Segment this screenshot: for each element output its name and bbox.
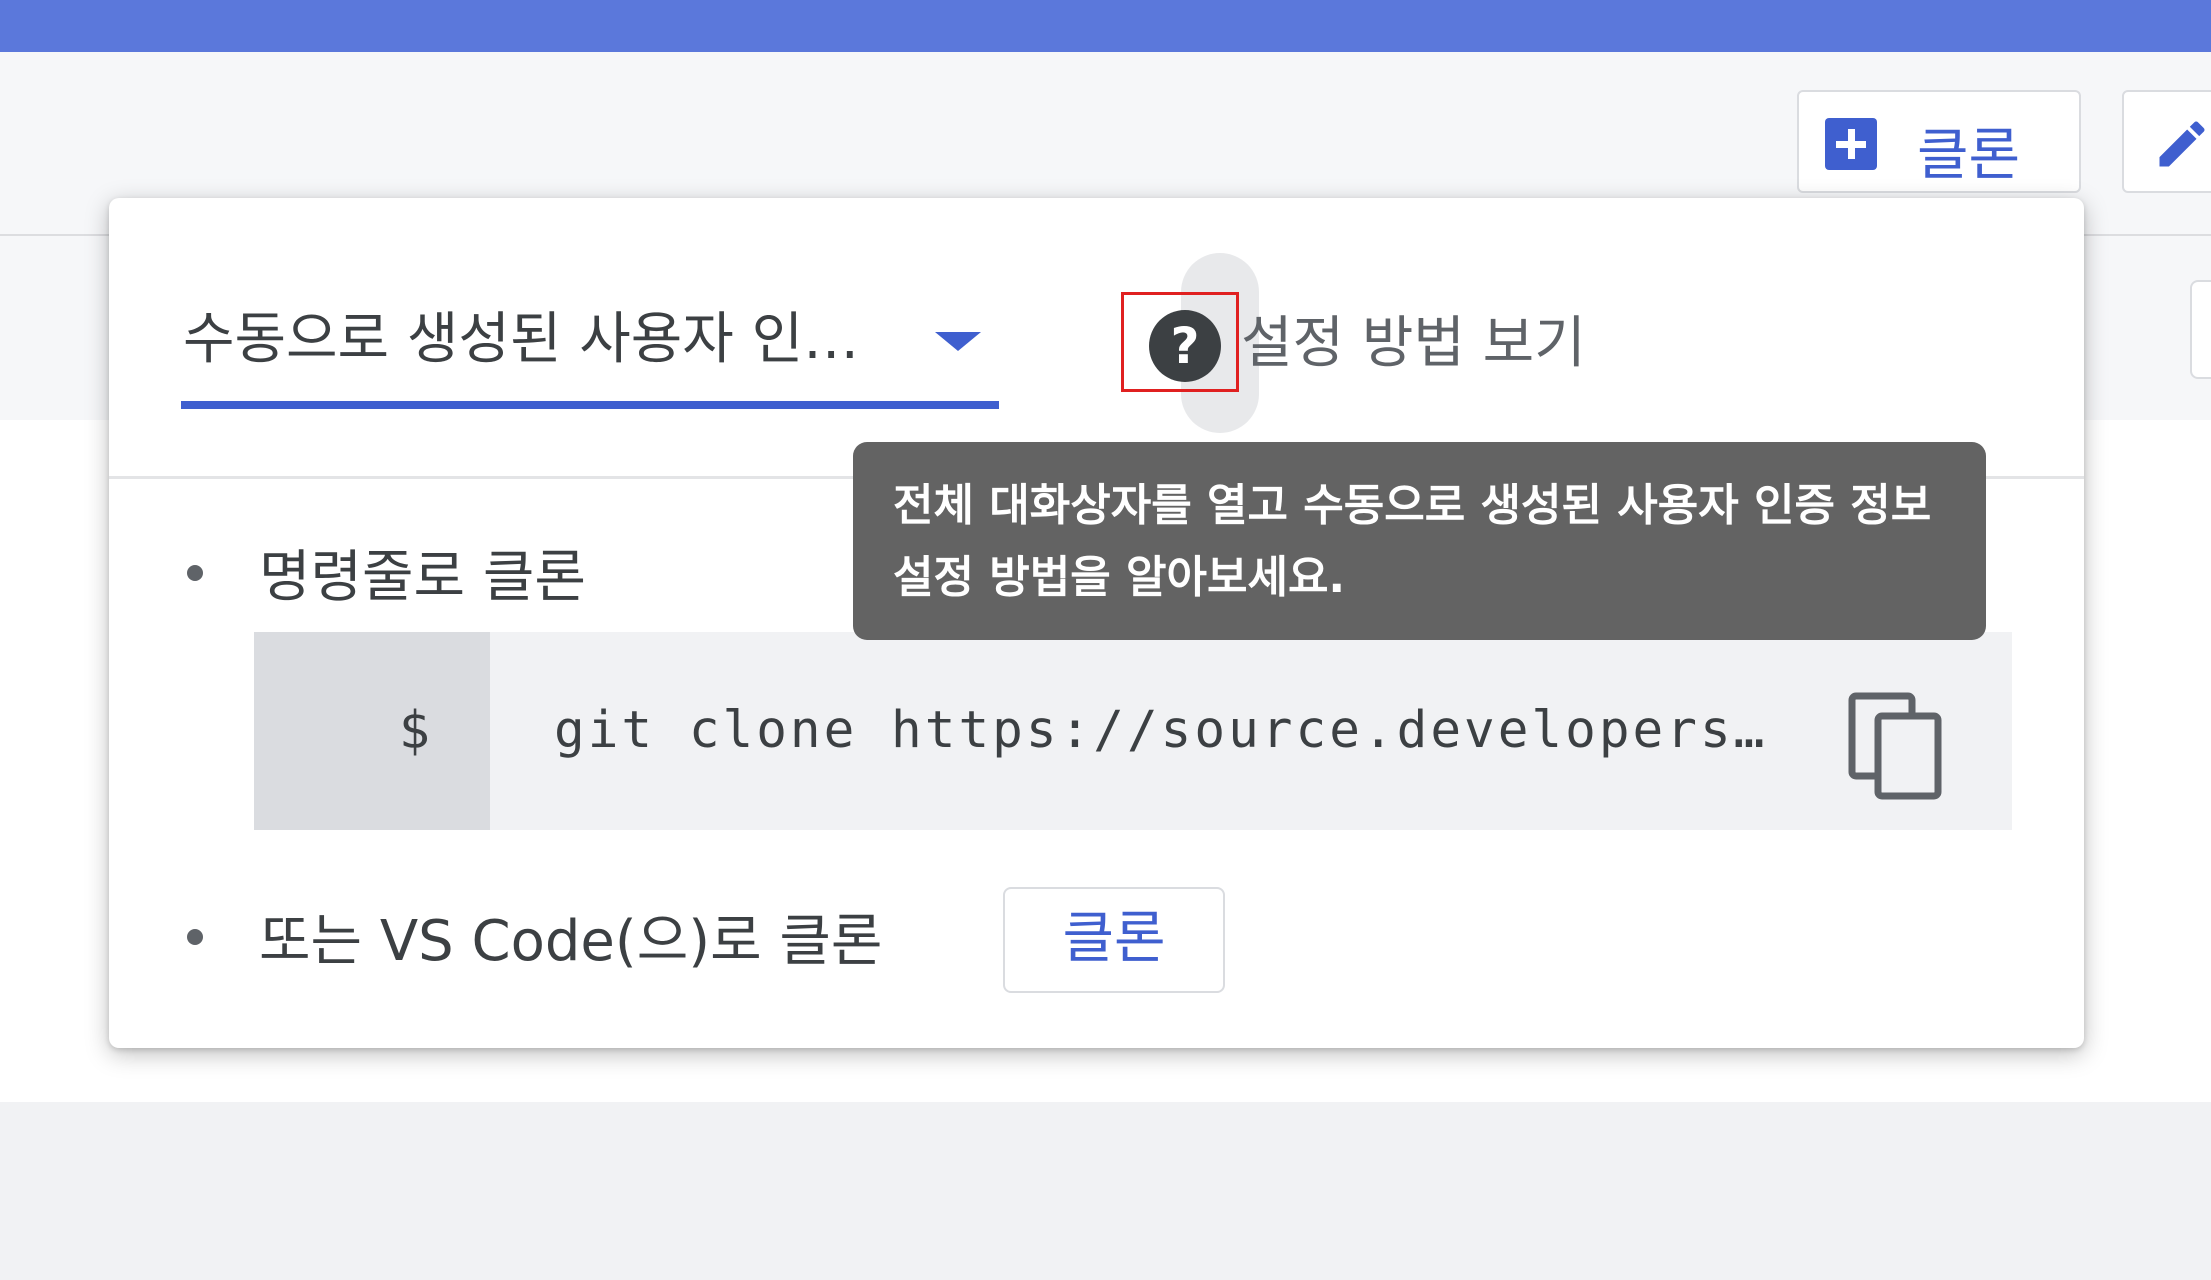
- dropdown-arrow-icon[interactable]: [935, 332, 981, 351]
- credential-select[interactable]: 수동으로 생성된 사용자 인…: [183, 294, 859, 375]
- copy-icon[interactable]: [1848, 692, 1944, 802]
- top-app-bar: [0, 0, 2211, 52]
- help-icon-highlight: [1121, 292, 1239, 392]
- clone-button-label: 클론: [1917, 123, 2021, 188]
- command-box: $ git clone https://source.developers…: [254, 632, 2012, 830]
- pencil-icon: [2159, 121, 2205, 167]
- help-tooltip: 전체 대화상자를 열고 수동으로 생성된 사용자 인증 정보 설정 방법을 알아…: [853, 442, 1986, 640]
- setup-guide-link[interactable]: 설정 방법 보기: [1241, 298, 1586, 379]
- bullet: [187, 565, 203, 581]
- vscode-clone-button[interactable]: 클론: [1003, 887, 1225, 993]
- clone-dialog: 수동으로 생성된 사용자 인… ? 설정 방법 보기 명령줄로 클론 $ git…: [109, 198, 2084, 1048]
- select-underline: [181, 401, 999, 409]
- add-box-icon: [1825, 118, 1877, 170]
- clone-button[interactable]: 클론: [1797, 90, 2081, 193]
- partial-control[interactable]: [2190, 280, 2211, 379]
- git-clone-command[interactable]: git clone https://source.developers…: [554, 632, 1767, 830]
- shell-prompt: $: [254, 632, 490, 830]
- bullet: [187, 929, 203, 945]
- command-line-label: 명령줄로 클론: [259, 545, 586, 610]
- edit-button[interactable]: [2122, 90, 2211, 193]
- vscode-clone-label: 또는 VS Code(으)로 클론: [259, 909, 883, 974]
